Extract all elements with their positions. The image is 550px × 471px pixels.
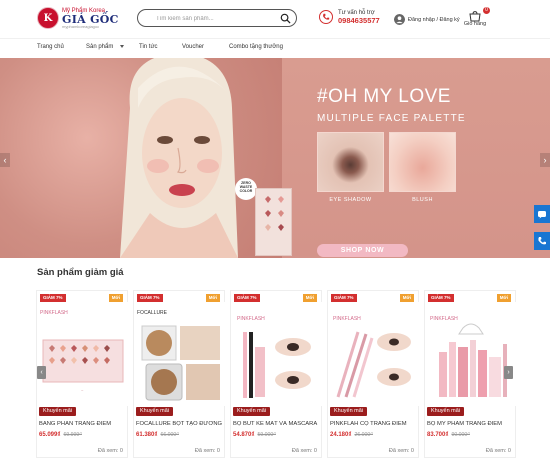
new-badge: Mới: [399, 294, 414, 302]
section-title: Sản phẩm giảm giá: [37, 267, 124, 278]
new-badge: Mới: [108, 294, 123, 302]
logo-title: GIÁ GỐC: [62, 12, 119, 26]
search-box: [137, 9, 297, 27]
discount-badge: GIẢM 7%: [40, 294, 66, 302]
product-views: Đã xem: 0: [194, 448, 220, 454]
chevron-right-icon[interactable]: ›: [504, 366, 513, 379]
cart-button[interactable]: 0 Giỏ hàng: [462, 7, 490, 27]
nav-item-voucher[interactable]: Voucher: [182, 44, 204, 50]
promo-badge: Khuyến mãi: [136, 407, 174, 416]
product-price: 54.870₫: [233, 432, 255, 438]
zalo-chat-button[interactable]: [534, 205, 550, 223]
promo-badge: Khuyến mãi: [39, 407, 77, 416]
product-brand: PINKFLASH: [333, 316, 361, 322]
chevron-left-icon[interactable]: ‹: [37, 366, 46, 379]
zalo-icon: [538, 211, 546, 219]
product-card[interactable]: GIẢM 7% Mới PINKFLASH Khuyến mãi BỘ BÚT …: [230, 290, 323, 458]
product-card[interactable]: GIẢM 7% Mới PINKFLASH ~ Khuyến mãi BẢNG …: [36, 290, 129, 458]
new-badge: Mới: [205, 294, 220, 302]
discount-badge: GIẢM 7%: [137, 294, 163, 302]
nav-item-products[interactable]: Sản phẩm: [86, 44, 125, 50]
blush-label: BLUSH: [412, 197, 433, 203]
nav-item-news[interactable]: Tin tức: [139, 44, 157, 50]
product-brand: PINKFLASH: [430, 316, 458, 322]
palette-product-image: [255, 188, 292, 256]
product-views: Đã xem: 0: [388, 448, 414, 454]
product-old-price: 26.000₫: [354, 432, 373, 438]
discount-badge: GIẢM 7%: [428, 294, 454, 302]
eye-shadow-swatch: [317, 132, 384, 192]
banner-headline: #OH MY LOVE: [317, 86, 451, 107]
banner-subline: MULTIPLE FACE PALETTE: [317, 113, 466, 124]
call-button[interactable]: [534, 232, 550, 250]
product-price: 65.099₫: [39, 432, 61, 438]
blush-swatch: [389, 132, 456, 192]
hero-banner[interactable]: ZERO WASTE COLOR #OH MY LOVE MULTIPLE FA…: [0, 58, 550, 258]
model-portrait: [120, 58, 238, 258]
nav-item-products-label: Sản phẩm: [86, 44, 114, 50]
discount-badge: GIẢM 7%: [331, 294, 357, 302]
product-brand: PINKFLASH: [40, 310, 68, 316]
discount-badge: GIẢM 7%: [234, 294, 260, 302]
product-price: 61.380₫: [136, 432, 158, 438]
product-name[interactable]: BỘ MỸ PHẨM TRANG ĐIỂM: [427, 421, 515, 427]
search-icon[interactable]: [280, 13, 291, 24]
cart-icon: [469, 11, 481, 22]
product-brand: FOCALLURE: [137, 310, 168, 316]
account-link[interactable]: Đăng nhập / Đăng ký: [394, 14, 460, 25]
logo-mark: K: [37, 7, 59, 29]
product-old-price: 59.000₫: [257, 432, 276, 438]
product-views: Đã xem: 0: [291, 448, 317, 454]
user-icon: [394, 14, 405, 25]
product-old-price: 90.000₫: [451, 432, 470, 438]
product-name[interactable]: BỘ BÚT KẺ MẮT VÀ MASCARA: [233, 421, 321, 427]
product-name[interactable]: FOCALLURE BỘT TẠO ĐƯỜNG: [136, 421, 224, 427]
product-name[interactable]: PINKFLAH CỌ TRANG ĐIỂM: [330, 421, 418, 427]
product-image[interactable]: FOCALLURE: [134, 302, 226, 406]
product-price: 83.700₫: [427, 432, 449, 438]
eye-shadow-label: EYE SHADOW: [329, 197, 372, 203]
phone-icon: [319, 10, 333, 25]
chevron-down-icon: [120, 44, 125, 48]
search-input[interactable]: [156, 12, 271, 25]
new-badge: Mới: [302, 294, 317, 302]
nav-item-home[interactable]: Trang chủ: [37, 44, 64, 50]
account-label: Đăng nhập / Đăng ký: [408, 16, 460, 23]
banner-prev-arrow[interactable]: ‹: [0, 153, 10, 167]
promo-badge: Khuyến mãi: [427, 407, 465, 416]
product-name[interactable]: BẢNG PHẤN TRANG ĐIỂM: [39, 421, 127, 427]
promo-badge: Khuyến mãi: [233, 407, 271, 416]
call-icon: [538, 237, 546, 245]
zero-waste-sticker: ZERO WASTE COLOR: [235, 178, 257, 200]
product-card[interactable]: GIẢM 7% Mới FOCALLURE Khuyến mãi FOCALLU…: [133, 290, 226, 458]
product-price: 24.180₫: [330, 432, 352, 438]
product-old-price: 66.000₫: [160, 432, 179, 438]
promo-badge: Khuyến mãi: [330, 407, 368, 416]
banner-next-arrow[interactable]: ›: [540, 153, 550, 167]
cart-count-badge: 0: [483, 7, 490, 14]
product-card[interactable]: GIẢM 7% Mới PINKFLASH Khuyến mãi BỘ MỸ P…: [424, 290, 517, 458]
main-nav: Trang chủ Sản phẩm Tin tức Voucher Combo…: [0, 38, 550, 58]
new-badge: Mới: [496, 294, 511, 302]
product-image[interactable]: PINKFLASH: [425, 302, 517, 406]
product-views: Đã xem: 0: [485, 448, 511, 454]
support-contact[interactable]: Tư vấn hỗ trợ 0984635577: [319, 10, 380, 25]
product-image[interactable]: PINKFLASH: [231, 302, 323, 406]
site-header: K Mỹ Phẩm Korea GIÁ GỐC myphamkoreagiago…: [0, 0, 550, 38]
product-old-price: 69.999₫: [63, 432, 82, 438]
product-image[interactable]: PINKFLASH ~: [37, 302, 129, 406]
product-brand: PINKFLASH: [237, 316, 265, 322]
logo[interactable]: K Mỹ Phẩm Korea GIÁ GỐC myphamkoreagiago…: [37, 7, 119, 29]
product-card[interactable]: GIẢM 7% Mới PINKFLASH Khuyến mãi PINKFLA…: [327, 290, 420, 458]
product-image[interactable]: PINKFLASH: [328, 302, 420, 406]
support-phone[interactable]: 0984635577: [338, 16, 380, 25]
shop-now-button[interactable]: SHOP NOW: [317, 244, 408, 257]
product-views: Đã xem: 0: [97, 448, 123, 454]
nav-item-combo[interactable]: Combo tặng thưởng: [229, 44, 283, 50]
